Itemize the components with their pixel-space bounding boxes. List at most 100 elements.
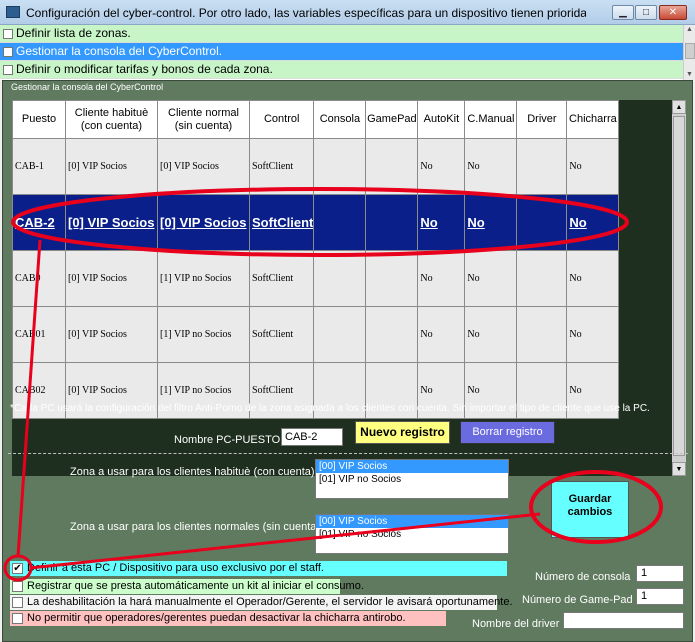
console-number-label: Número de consola <box>535 571 631 583</box>
cell-chicharra[interactable]: No <box>566 250 620 307</box>
table-row[interactable]: CAB0 [0] VIP Socios [1] VIP no Socios SoftC… <box>12 250 620 307</box>
option-label: Registrar que se presta automáticamente … <box>27 580 364 592</box>
save-changes-button[interactable]: Guardar cambios <box>551 481 629 538</box>
cell-consola[interactable] <box>313 250 367 307</box>
cell-consola[interactable] <box>313 306 367 363</box>
cell-control[interactable]: SoftClient <box>248 138 315 195</box>
col-header-driver[interactable]: Driver <box>516 100 568 139</box>
section-scrollbar[interactable]: ▲ ▼ <box>683 25 695 80</box>
cell-puesto[interactable]: CAB01 <box>12 306 66 363</box>
cell-puesto[interactable]: CAB-1 <box>12 138 66 195</box>
minimize-button[interactable]: ▁ <box>612 5 634 20</box>
cell-cmanual[interactable]: No <box>464 138 518 195</box>
cell-gamepad[interactable] <box>365 194 419 251</box>
scroll-thumb[interactable] <box>685 43 695 59</box>
close-button[interactable]: ✕ <box>659 5 687 20</box>
cell-control[interactable]: SoftClient <box>248 306 315 363</box>
grid-scrollbar[interactable]: ▲ ▼ <box>672 100 686 476</box>
cell-chicharra[interactable]: No <box>566 138 620 195</box>
col-header-consola[interactable]: Consola <box>313 100 367 139</box>
list-item[interactable]: [00] VIP Socios <box>316 460 508 473</box>
col-header-gamepad[interactable]: GamePad <box>365 100 419 139</box>
cell-cliente-normal[interactable]: [0] VIP Socios <box>157 194 250 251</box>
cell-cliente-habitue[interactable]: [0] VIP Socios <box>65 194 158 251</box>
zone-normal-list[interactable]: [00] VIP Socios [01] VIP no Socios <box>315 514 509 554</box>
table-row[interactable]: CAB-2 [0] VIP Socios [0] VIP Socios SoftCli… <box>12 194 620 251</box>
checkbox[interactable]: ✔ <box>12 563 23 574</box>
cell-cmanual[interactable]: No <box>464 306 518 363</box>
option-label: No permitir que operadores/gerentes pued… <box>27 612 406 624</box>
section-label: Definir o modificar tarifas y bonos de c… <box>16 62 273 76</box>
app-icon <box>6 6 20 18</box>
cell-cliente-habitue[interactable]: [0] VIP Socios <box>65 138 158 195</box>
cell-control[interactable]: SoftClient <box>248 250 315 307</box>
col-header-autokit[interactable]: AutoKit <box>417 100 466 139</box>
option-auto-kit[interactable]: Registrar que se presta automáticamente … <box>10 579 364 594</box>
cell-puesto[interactable]: CAB0 <box>12 250 66 307</box>
cell-puesto[interactable]: CAB-2 <box>12 194 66 251</box>
col-header-control[interactable]: Control <box>248 100 315 139</box>
cell-consola[interactable] <box>313 138 367 195</box>
cell-autokit[interactable]: No <box>417 138 466 195</box>
console-grid[interactable]: Puesto Cliente habituè (con cuenta) Clie… <box>12 100 686 476</box>
pc-name-input[interactable]: CAB-2 <box>281 428 343 446</box>
checkbox[interactable] <box>12 581 23 592</box>
cell-gamepad[interactable] <box>365 250 419 307</box>
title-bar: Configuración del cyber-control. Por otr… <box>0 0 695 25</box>
cell-gamepad[interactable] <box>365 138 419 195</box>
section-define-rates[interactable]: Definir o modificar tarifas y bonos de c… <box>0 61 683 79</box>
col-header-puesto[interactable]: Puesto <box>12 100 66 139</box>
scroll-down-icon[interactable]: ▼ <box>672 462 686 476</box>
scroll-up-icon[interactable]: ▲ <box>672 100 686 114</box>
option-manual-disable[interactable]: La deshabilitación la hará manualmente e… <box>10 595 513 610</box>
new-record-button[interactable]: Nuevo registro <box>355 421 450 444</box>
cell-cliente-normal[interactable]: [0] VIP Socios <box>157 138 250 195</box>
table-row[interactable]: CAB01 [0] VIP Socios [1] VIP no Socios Soft… <box>12 306 620 363</box>
checkbox[interactable] <box>12 613 23 624</box>
col-header-cmanual[interactable]: C.Manual <box>464 100 518 139</box>
cell-chicharra[interactable]: No <box>566 194 620 251</box>
cell-cliente-normal[interactable]: [1] VIP no Socios <box>157 306 250 363</box>
checkbox[interactable] <box>3 29 13 39</box>
cell-autokit[interactable]: No <box>417 306 466 363</box>
cell-autokit[interactable]: No <box>417 194 466 251</box>
main-area: Gestionar la consola del CyberControl Pu… <box>0 80 695 642</box>
zone-habitue-list[interactable]: [00] VIP Socios [01] VIP no Socios <box>315 459 509 499</box>
cell-gamepad[interactable] <box>365 306 419 363</box>
table-row[interactable]: CAB-1 [0] VIP Socios [0] VIP Socios SoftCli… <box>12 138 620 195</box>
cell-cliente-habitue[interactable]: [0] VIP Socios <box>65 250 158 307</box>
option-staff-only[interactable]: ✔ Definir a esta PC / Dispositivo para u… <box>10 561 507 576</box>
cell-consola[interactable] <box>313 194 367 251</box>
gamepad-number-input[interactable]: 1 <box>636 588 684 605</box>
checkbox[interactable] <box>3 65 13 75</box>
driver-name-input[interactable] <box>563 612 684 629</box>
option-no-disable-alarm[interactable]: No permitir que operadores/gerentes pued… <box>10 611 446 626</box>
section-manage-console[interactable]: ✔ Gestionar la consola del CyberControl. <box>0 43 683 61</box>
cell-autokit[interactable]: No <box>417 250 466 307</box>
cell-driver[interactable] <box>516 306 568 363</box>
cell-cliente-habitue[interactable]: [0] VIP Socios <box>65 306 158 363</box>
cell-driver[interactable] <box>516 138 568 195</box>
scroll-up-icon[interactable]: ▲ <box>684 25 695 35</box>
cell-cmanual[interactable]: No <box>464 250 518 307</box>
cell-cmanual[interactable]: No <box>464 194 518 251</box>
checkbox[interactable] <box>12 597 23 608</box>
list-item[interactable]: [01] VIP no Socios <box>316 528 508 541</box>
maximize-button[interactable]: □ <box>635 5 657 20</box>
col-header-chicharra[interactable]: Chicharra <box>566 100 620 139</box>
list-item[interactable]: [01] VIP no Socios <box>316 473 508 486</box>
col-header-cliente-habitue[interactable]: Cliente habituè (con cuenta) <box>65 100 158 139</box>
list-item[interactable]: [00] VIP Socios <box>316 515 508 528</box>
cell-cliente-normal[interactable]: [1] VIP no Socios <box>157 250 250 307</box>
cell-driver[interactable] <box>516 194 568 251</box>
col-header-cliente-normal[interactable]: Cliente normal (sin cuenta) <box>157 100 250 139</box>
cell-control[interactable]: SoftClient <box>248 194 315 251</box>
section-define-zones[interactable]: Definir lista de zonas. <box>0 25 683 43</box>
checkbox[interactable]: ✔ <box>3 47 13 57</box>
scroll-down-icon[interactable]: ▼ <box>684 70 695 80</box>
console-number-input[interactable]: 1 <box>636 565 684 582</box>
cell-chicharra[interactable]: No <box>566 306 620 363</box>
cell-driver[interactable] <box>516 250 568 307</box>
scroll-thumb[interactable] <box>673 116 685 456</box>
delete-record-button[interactable]: Borrar registro <box>460 421 555 444</box>
